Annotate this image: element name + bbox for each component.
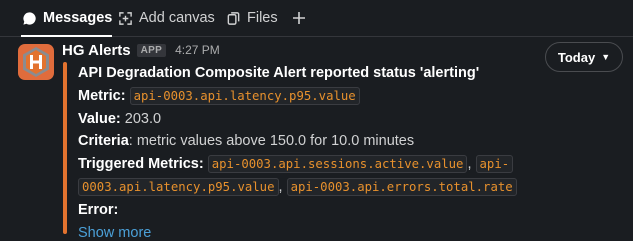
triggered-metric-code: api-0003.api.errors.total.rate bbox=[286, 177, 517, 196]
message-header: HG Alerts APP 4:27 PM bbox=[62, 40, 220, 60]
triggered-metric-code: 0003.api.latency.p95.value bbox=[78, 177, 279, 196]
show-more-link[interactable]: Show more bbox=[78, 222, 628, 241]
canvas-icon bbox=[117, 10, 133, 26]
timestamp[interactable]: 4:27 PM bbox=[175, 43, 220, 57]
value-line: Value: 203.0 bbox=[78, 108, 628, 131]
add-tab-button[interactable] bbox=[287, 6, 311, 30]
metric-line: Metric: api-0003.api.latency.p95.value bbox=[78, 85, 628, 108]
tab-files[interactable]: Files bbox=[225, 0, 278, 36]
value-label: Value: bbox=[78, 110, 121, 127]
triggered-metric-code: api-0003.api.sessions.active.value bbox=[207, 155, 468, 174]
triggered-metrics-label: Triggered Metrics: bbox=[78, 156, 204, 173]
hg-logo-icon bbox=[23, 47, 49, 77]
sender-name[interactable]: HG Alerts bbox=[62, 42, 131, 59]
chevron-down-icon: ▼ bbox=[601, 52, 611, 62]
metric-code: api-0003.api.latency.p95.value bbox=[129, 86, 360, 105]
triggered-metrics-line: Triggered Metrics: api-0003.api.sessions… bbox=[78, 153, 628, 176]
alert-attachment: API Degradation Composite Alert reported… bbox=[78, 62, 628, 241]
slack-channel-view: Messages Add canvas Files HG Alerts APP … bbox=[0, 0, 633, 241]
tab-add-canvas-label: Add canvas bbox=[139, 10, 215, 26]
metric-label: Metric: bbox=[78, 87, 126, 104]
attachment-color-bar bbox=[63, 62, 67, 234]
error-line: Error: bbox=[78, 199, 628, 222]
criteria-text: : metric values above 150.0 for 10.0 min… bbox=[128, 133, 415, 150]
channel-tab-bar: Messages Add canvas Files bbox=[0, 0, 633, 37]
triggered-metric-code: api- bbox=[475, 155, 514, 174]
message-bubble-icon bbox=[21, 10, 37, 26]
tab-files-label: Files bbox=[247, 10, 278, 26]
error-label: Error: bbox=[78, 201, 119, 218]
files-icon bbox=[225, 10, 241, 26]
triggered-metrics-line-cont: 0003.api.latency.p95.value, api-0003.api… bbox=[78, 176, 628, 199]
criteria-line: Criteria: metric values above 150.0 for … bbox=[78, 130, 628, 153]
avatar[interactable] bbox=[18, 44, 54, 80]
plus-icon bbox=[293, 12, 305, 24]
value-text: 203.0 bbox=[124, 110, 162, 127]
tab-add-canvas[interactable]: Add canvas bbox=[117, 0, 215, 36]
criteria-label: Criteria bbox=[78, 133, 129, 150]
tab-messages[interactable]: Messages bbox=[21, 0, 113, 37]
alert-title: API Degradation Composite Alert reported… bbox=[78, 65, 480, 81]
tab-messages-label: Messages bbox=[43, 10, 113, 26]
app-badge: APP bbox=[136, 43, 167, 57]
